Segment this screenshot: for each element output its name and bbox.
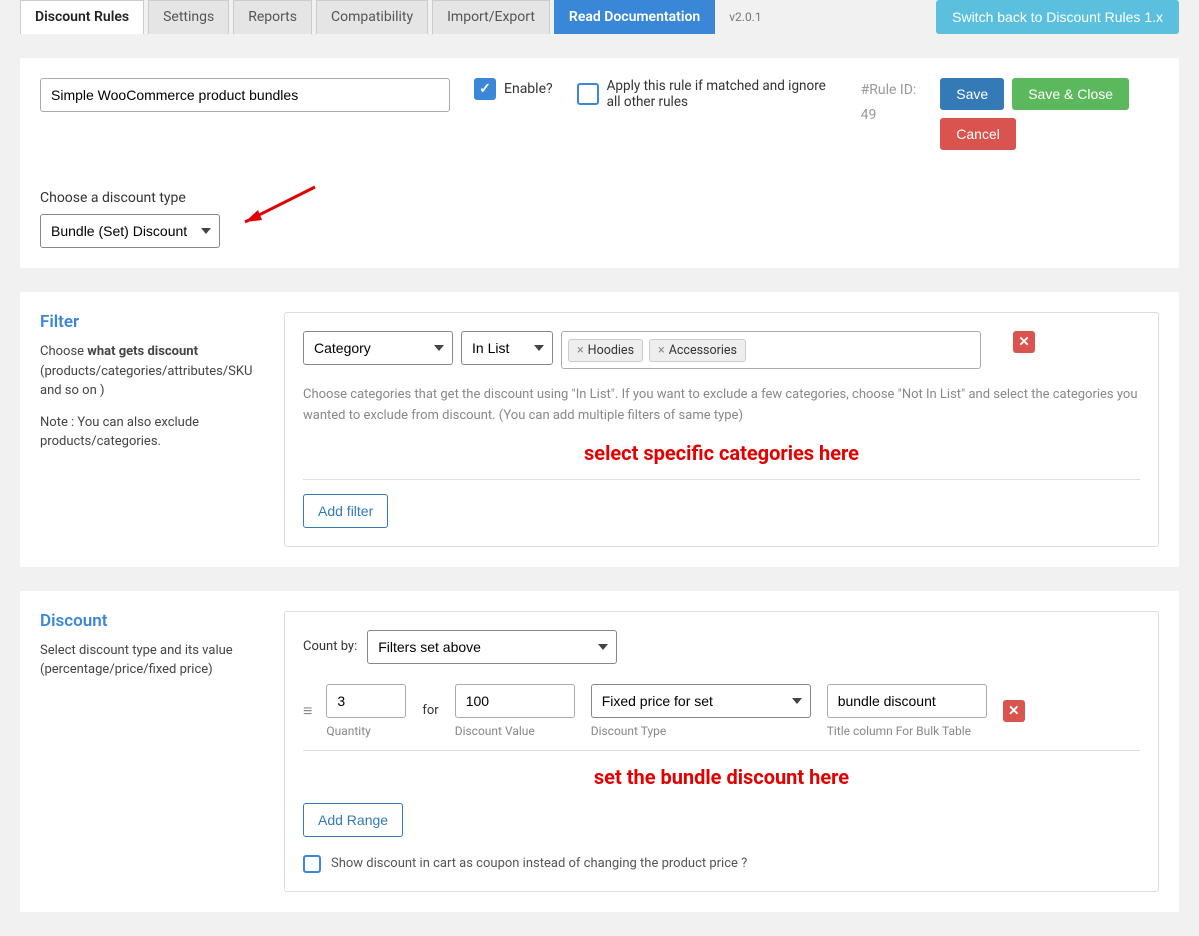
cart-coupon-checkbox[interactable] <box>303 855 321 873</box>
tag-hoodies[interactable]: × Hoodies <box>568 339 643 362</box>
version-label: v2.0.1 <box>719 0 771 34</box>
remove-tag-icon[interactable]: × <box>658 343 665 358</box>
filter-help-text: Choose categories that get the discount … <box>303 385 1140 427</box>
filter-type-select[interactable]: Category <box>303 331 453 365</box>
count-by-label: Count by: <box>303 639 357 654</box>
tab-compatibility[interactable]: Compatibility <box>316 0 428 34</box>
tab-import-export[interactable]: Import/Export <box>432 0 550 34</box>
drag-handle-icon[interactable]: ≡ <box>303 701 310 721</box>
enable-checkbox[interactable] <box>474 78 496 100</box>
tabs-bar: Discount Rules Settings Reports Compatib… <box>0 0 1199 34</box>
filter-panel: Filter Choose what gets discount (produc… <box>20 292 1179 567</box>
switch-back-button[interactable]: Switch back to Discount Rules 1.x <box>936 0 1179 34</box>
rule-header-panel: Enable? Apply this rule if matched and i… <box>20 58 1179 268</box>
rule-id-value: 49 <box>861 103 917 128</box>
discount-type-sublabel: Discount Type <box>591 724 811 738</box>
rule-id-block: #Rule ID: 49 <box>861 78 917 128</box>
tab-reports[interactable]: Reports <box>233 0 312 34</box>
discount-value-sublabel: Discount Value <box>455 724 575 738</box>
rule-name-input[interactable] <box>40 78 450 112</box>
cart-coupon-label: Show discount in cart as coupon instead … <box>331 856 747 871</box>
divider <box>303 479 1140 480</box>
quantity-sublabel: Quantity <box>326 724 406 738</box>
remove-tag-icon[interactable]: × <box>577 343 584 358</box>
delete-range-button[interactable]: ✕ <box>1003 700 1025 722</box>
for-label: for <box>422 703 438 718</box>
rule-id-label: #Rule ID: <box>861 78 917 103</box>
filter-side-text-2: Note : You can also exclude products/cat… <box>40 413 260 452</box>
count-by-select[interactable]: Filters set above <box>367 630 617 664</box>
tab-discount-rules[interactable]: Discount Rules <box>20 0 144 34</box>
quantity-input[interactable] <box>326 684 406 718</box>
apply-ignore-checkbox[interactable] <box>577 83 599 105</box>
divider <box>303 750 1140 751</box>
discount-side-text: Select discount type and its value (perc… <box>40 641 260 680</box>
tag-accessories[interactable]: × Accessories <box>649 339 746 362</box>
cancel-button[interactable]: Cancel <box>940 118 1016 150</box>
bulk-title-sublabel: Title column For Bulk Table <box>827 724 987 738</box>
tab-settings[interactable]: Settings <box>148 0 229 34</box>
discount-type-row-select[interactable]: Fixed price for set <box>591 684 811 718</box>
save-close-button[interactable]: Save & Close <box>1012 78 1129 110</box>
tab-read-documentation[interactable]: Read Documentation <box>554 0 715 34</box>
apply-ignore-label: Apply this rule if matched and ignore al… <box>607 78 837 110</box>
discount-title: Discount <box>40 611 260 631</box>
enable-label: Enable? <box>504 81 553 97</box>
discount-value-input[interactable] <box>455 684 575 718</box>
add-range-button[interactable]: Add Range <box>303 803 403 837</box>
discount-type-label: Choose a discount type <box>40 190 1159 206</box>
filter-list-select[interactable]: In List <box>461 331 553 365</box>
filter-side-text-1: Choose what gets discount (products/cate… <box>40 342 260 401</box>
filter-title: Filter <box>40 312 260 332</box>
discount-type-select[interactable]: Bundle (Set) Discount <box>40 214 220 248</box>
filter-tag-input[interactable]: × Hoodies × Accessories <box>561 331 981 369</box>
annotation-filter: select specific categories here <box>303 441 1140 465</box>
discount-panel: Discount Select discount type and its va… <box>20 591 1179 912</box>
save-button[interactable]: Save <box>940 78 1004 110</box>
bulk-title-input[interactable] <box>827 684 987 718</box>
annotation-discount: set the bundle discount here <box>303 765 1140 789</box>
add-filter-button[interactable]: Add filter <box>303 494 388 528</box>
delete-filter-button[interactable]: ✕ <box>1013 331 1035 353</box>
